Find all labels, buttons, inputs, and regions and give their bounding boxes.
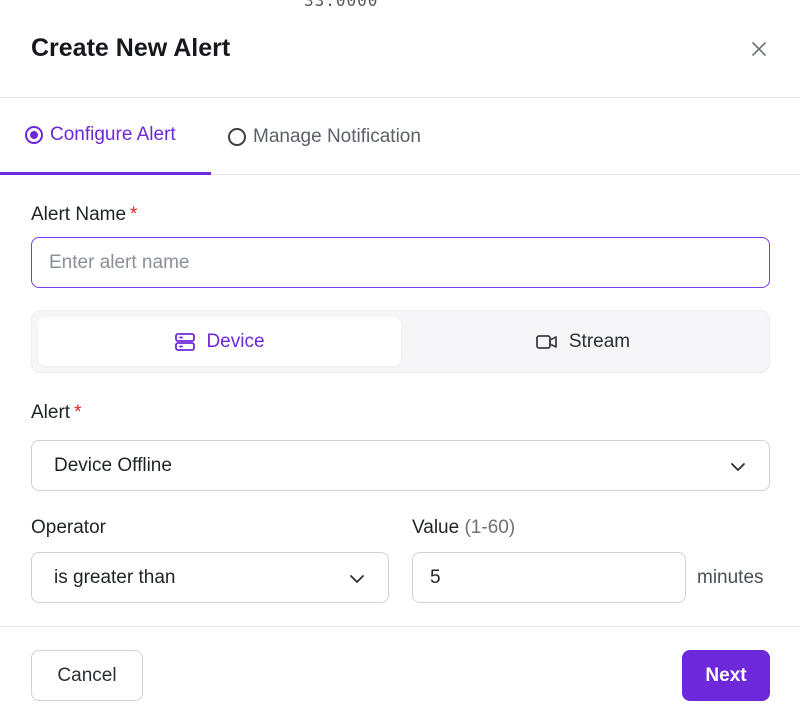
value-unit: minutes bbox=[697, 567, 764, 588]
chevron-down-icon bbox=[731, 463, 745, 471]
value-range: (1-60) bbox=[464, 517, 516, 538]
modal-header: Create New Alert bbox=[0, 0, 800, 98]
radio-unchecked-icon bbox=[228, 127, 246, 146]
chevron-down-icon bbox=[350, 575, 364, 583]
step-tabs: Configure Alert Manage Notification bbox=[0, 98, 800, 175]
radio-checked-icon bbox=[25, 126, 43, 144]
device-toggle-button[interactable]: Device bbox=[38, 317, 401, 366]
device-label: Device bbox=[206, 330, 265, 352]
modal-footer: Cancel Next bbox=[0, 626, 800, 718]
stream-toggle-button[interactable]: Stream bbox=[401, 317, 764, 366]
value-label-text: Value bbox=[412, 517, 460, 538]
create-alert-modal: 33.0000 Create New Alert Configure Alert… bbox=[0, 0, 800, 718]
alert-label-text: Alert bbox=[31, 402, 71, 423]
stream-label: Stream bbox=[568, 330, 631, 352]
close-icon[interactable] bbox=[748, 38, 770, 60]
cancel-button[interactable]: Cancel bbox=[31, 650, 143, 701]
operator-value: is greater than bbox=[54, 566, 176, 588]
required-mark: * bbox=[130, 204, 138, 225]
alert-name-label-text: Alert Name bbox=[31, 204, 127, 225]
required-mark: * bbox=[74, 402, 82, 423]
value-input[interactable] bbox=[412, 552, 686, 603]
tab-configure-alert[interactable]: Configure Alert bbox=[0, 98, 211, 175]
alert-type-select[interactable]: Device Offline bbox=[31, 440, 770, 491]
alert-name-label: Alert Name * bbox=[31, 204, 137, 226]
alert-name-input[interactable] bbox=[31, 237, 770, 288]
tab-label: Manage Notification bbox=[253, 125, 421, 147]
alert-type-value: Device Offline bbox=[54, 454, 172, 476]
source-toggle: Device Stream bbox=[31, 310, 770, 373]
alert-label: Alert * bbox=[31, 402, 81, 424]
server-icon bbox=[175, 332, 196, 351]
next-button[interactable]: Next bbox=[682, 650, 770, 701]
operator-label: Operator bbox=[31, 517, 106, 538]
video-camera-icon bbox=[535, 334, 557, 349]
tab-label: Configure Alert bbox=[50, 124, 176, 145]
operator-select[interactable]: is greater than bbox=[31, 552, 389, 603]
modal-title: Create New Alert bbox=[31, 34, 231, 62]
value-label: Value (1-60) bbox=[412, 517, 515, 539]
tab-manage-notification[interactable]: Manage Notification bbox=[228, 98, 421, 175]
